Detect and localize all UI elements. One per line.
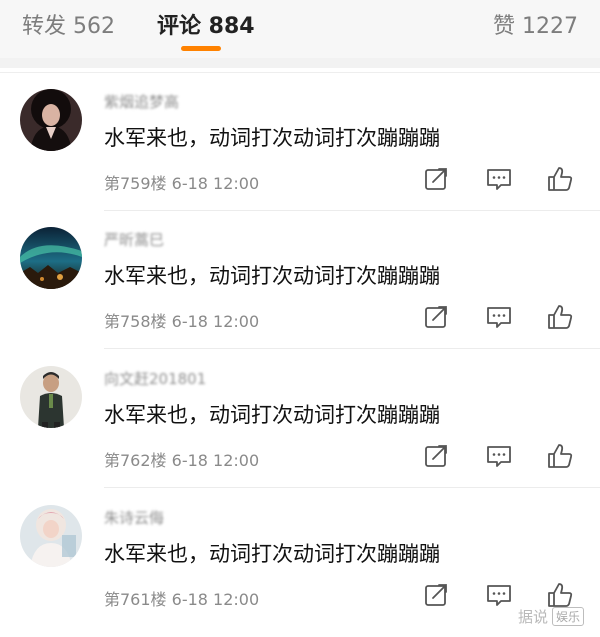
comment-meta: 第759楼 6-18 12:00 bbox=[104, 170, 259, 194]
floor-number: 第758楼 bbox=[104, 312, 167, 331]
username[interactable]: 严昕蒿巳 bbox=[104, 229, 164, 250]
comment-meta: 第762楼 6-18 12:00 bbox=[104, 447, 259, 471]
comment-text: 水军来也，动词打次动词打次蹦蹦蹦 bbox=[104, 542, 440, 566]
floor-number: 第762楼 bbox=[104, 451, 167, 470]
section-gap bbox=[0, 58, 600, 68]
comment-icon[interactable] bbox=[484, 580, 514, 610]
watermark-text: 据说 bbox=[517, 608, 548, 626]
username[interactable]: 向文赶201801 bbox=[104, 368, 206, 389]
comment-meta: 第761楼 6-18 12:00 bbox=[104, 586, 259, 610]
comment-meta: 第758楼 6-18 12:00 bbox=[104, 308, 259, 332]
comment-icon[interactable] bbox=[484, 441, 514, 471]
avatar[interactable] bbox=[20, 227, 82, 289]
tab-bar: 转发 562 评论 884 赞 1227 bbox=[0, 0, 600, 58]
share-icon[interactable] bbox=[421, 302, 451, 332]
comment-item: 严昕蒿巳 水军来也，动词打次动词打次蹦蹦蹦 第758楼 6-18 12:00 bbox=[0, 211, 600, 349]
thumbs-up-icon[interactable] bbox=[545, 164, 575, 194]
comment-icon[interactable] bbox=[484, 302, 514, 332]
timestamp: 6-18 12:00 bbox=[171, 174, 260, 193]
divider bbox=[104, 348, 600, 349]
tab-likes[interactable]: 赞 1227 bbox=[493, 8, 578, 40]
thumbs-up-icon[interactable] bbox=[545, 441, 575, 471]
comment-text: 水军来也，动词打次动词打次蹦蹦蹦 bbox=[104, 264, 440, 288]
username[interactable]: 紫烟追梦高 bbox=[104, 91, 179, 112]
comment-item: 紫烟追梦高 水军来也，动词打次动词打次蹦蹦蹦 第759楼 6-18 12:00 bbox=[0, 73, 600, 211]
comment-item: 朱诗云侮 水军来也，动词打次动词打次蹦蹦蹦 第761楼 6-18 12:00 bbox=[0, 489, 600, 627]
comment-text: 水军来也，动词打次动词打次蹦蹦蹦 bbox=[104, 403, 440, 427]
floor-number: 第761楼 bbox=[104, 590, 167, 609]
share-icon[interactable] bbox=[421, 441, 451, 471]
watermark-badge: 娱乐 bbox=[551, 607, 584, 626]
watermark: 据说 娱乐 bbox=[518, 606, 584, 627]
share-icon[interactable] bbox=[421, 164, 451, 194]
tab-repost[interactable]: 转发 562 bbox=[22, 8, 115, 40]
timestamp: 6-18 12:00 bbox=[171, 590, 260, 609]
username[interactable]: 朱诗云侮 bbox=[104, 507, 164, 528]
divider bbox=[104, 487, 600, 488]
thumbs-up-icon[interactable] bbox=[545, 302, 575, 332]
comment-icon[interactable] bbox=[484, 164, 514, 194]
avatar[interactable] bbox=[20, 505, 82, 567]
comment-item: 向文赶201801 水军来也，动词打次动词打次蹦蹦蹦 第762楼 6-18 12… bbox=[0, 350, 600, 488]
avatar[interactable] bbox=[20, 366, 82, 428]
comment-text: 水军来也，动词打次动词打次蹦蹦蹦 bbox=[104, 126, 440, 150]
timestamp: 6-18 12:00 bbox=[171, 312, 260, 331]
share-icon[interactable] bbox=[421, 580, 451, 610]
tab-comments[interactable]: 评论 884 bbox=[157, 8, 255, 40]
floor-number: 第759楼 bbox=[104, 174, 167, 193]
avatar[interactable] bbox=[20, 89, 82, 151]
timestamp: 6-18 12:00 bbox=[171, 451, 260, 470]
active-tab-indicator bbox=[181, 46, 221, 51]
